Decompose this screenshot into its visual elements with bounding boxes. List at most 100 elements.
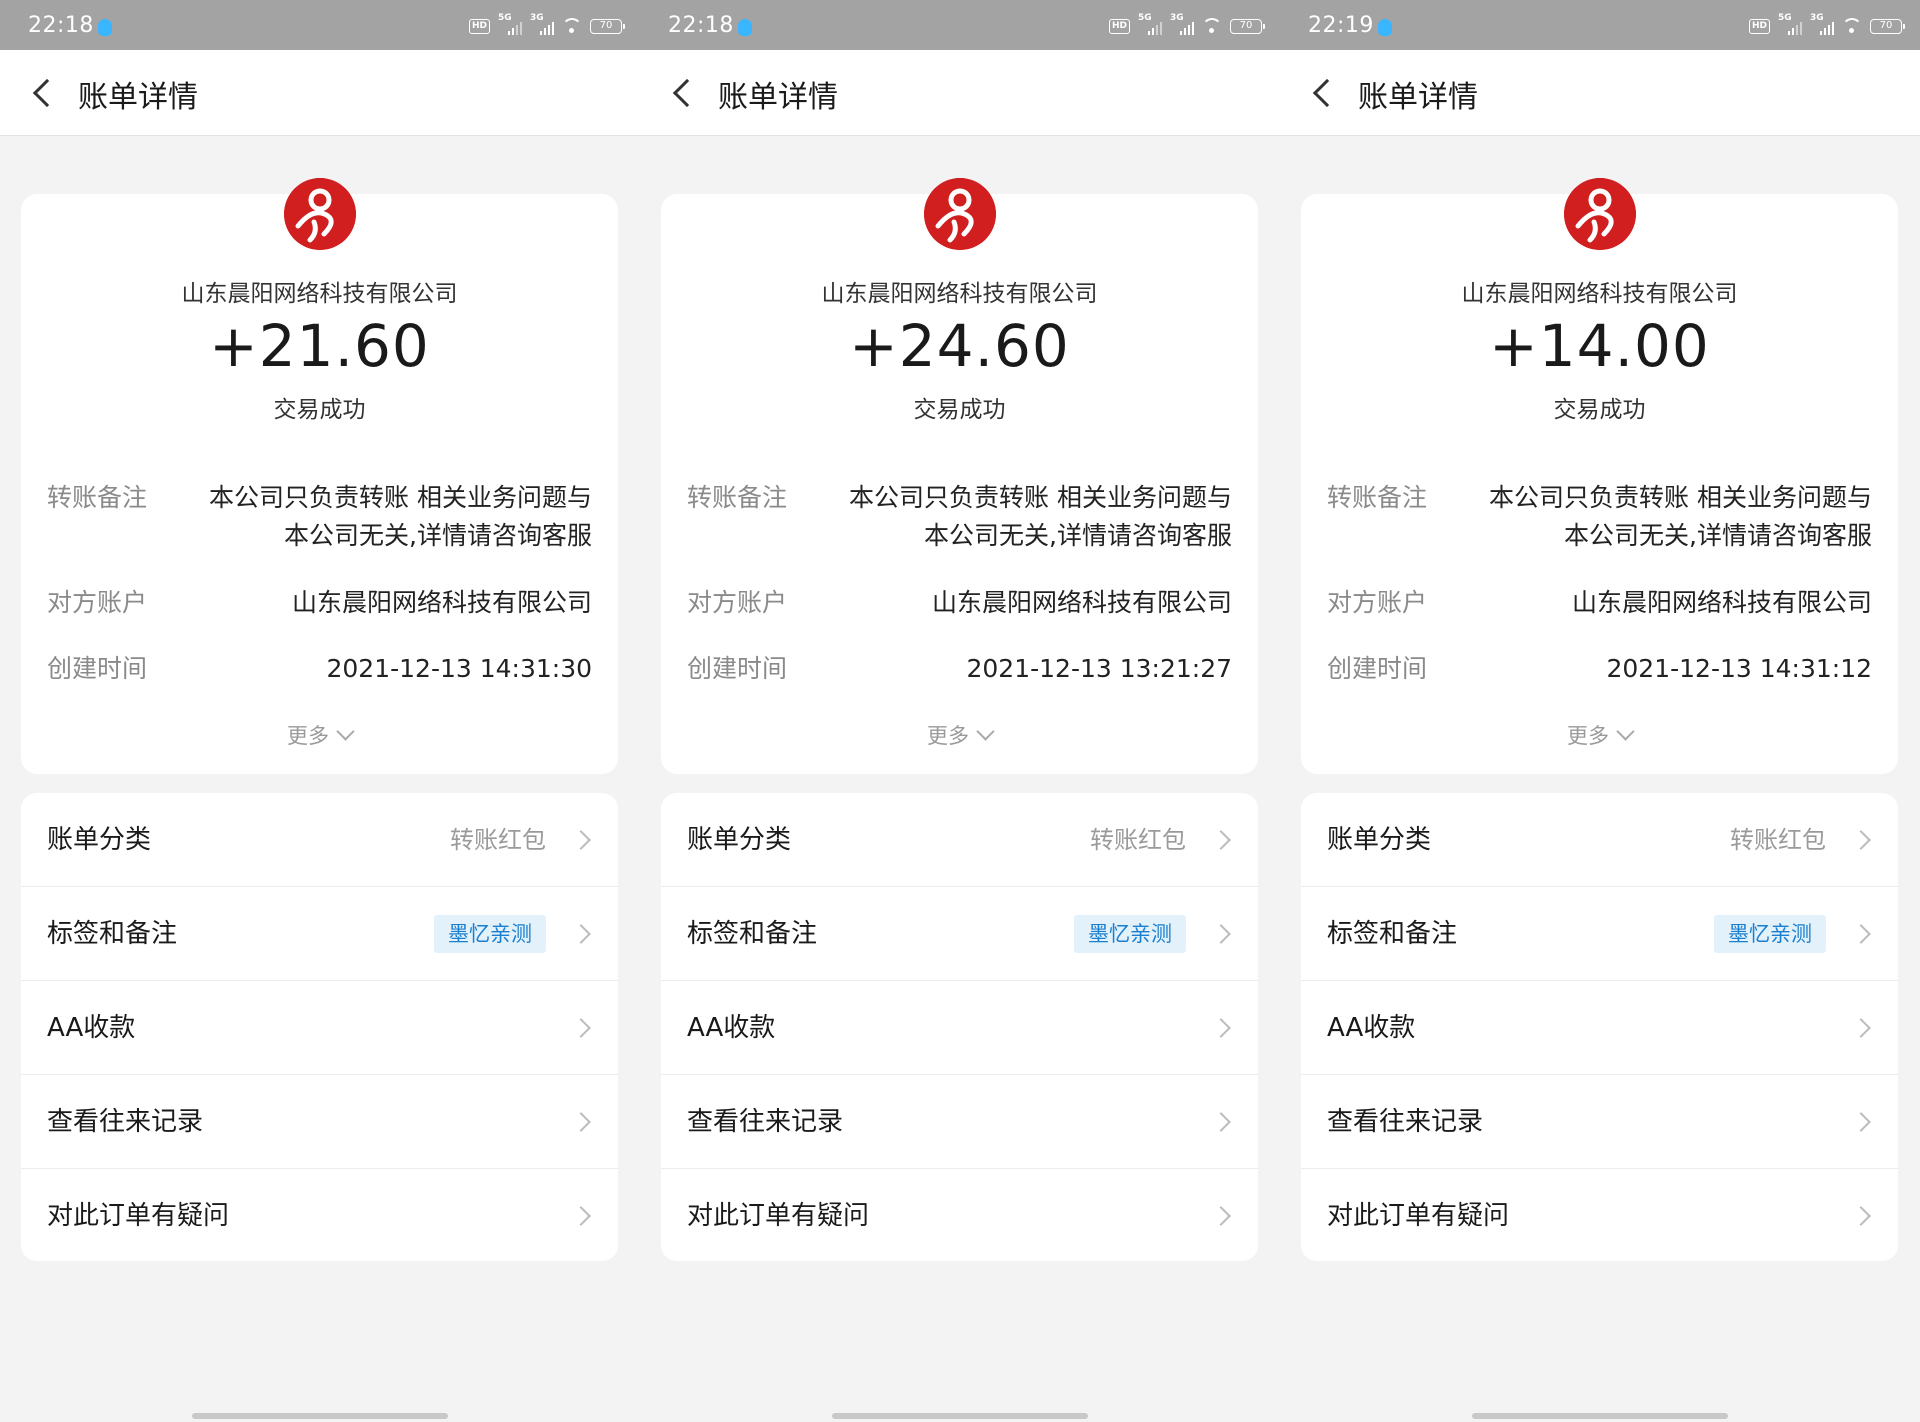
remark-line-2: 本公司无关,详情请咨询客服 [924, 521, 1232, 550]
chevron-right-icon [1851, 924, 1871, 944]
created-time-label: 创建时间 [1327, 654, 1428, 683]
order-question-row[interactable]: 对此订单有疑问 [661, 1169, 1258, 1261]
back-icon [672, 78, 702, 108]
bill-category-label: 账单分类 [687, 825, 792, 855]
more-label: 更多 [1567, 724, 1609, 748]
status-bar: 22:18 HD 5G 3G 70 [640, 0, 1280, 50]
status-icons: HD 5G 3G 70 [468, 13, 625, 36]
tags-notes-row[interactable]: 标签和备注 墨忆亲测 [21, 887, 618, 981]
bill-category-row[interactable]: 账单分类 转账红包 [21, 793, 618, 887]
counterparty-row: 对方账户 山东晨阳网络科技有限公司 [687, 584, 1232, 624]
bill-category-row[interactable]: 账单分类 转账红包 [661, 793, 1258, 887]
bill-category-value: 转账红包 [1730, 826, 1826, 854]
amount: +24.60 [849, 312, 1070, 380]
chevron-right-icon [571, 1206, 591, 1226]
chevron-right-icon [571, 1112, 591, 1132]
page-title: 账单详情 [718, 80, 838, 115]
options-list: 账单分类 转账红包 标签和备注 墨忆亲测 AA收款 查看往来记录 对此订单有疑问 [661, 793, 1258, 1261]
back-icon [32, 78, 62, 108]
status-time: 22:18 [668, 13, 734, 38]
chevron-right-icon [1211, 830, 1231, 850]
wifi-icon [1202, 18, 1222, 34]
created-time-value: 2021-12-13 14:31:30 [326, 654, 592, 683]
wifi-icon [1842, 18, 1862, 34]
more-toggle[interactable]: 更多 [1301, 720, 1898, 750]
aa-collect-row[interactable]: AA收款 [1301, 981, 1898, 1075]
chevron-down-icon [1616, 722, 1635, 741]
remark-line-1: 本公司只负责转账 相关业务问题与 [849, 483, 1232, 512]
chevron-right-icon [1851, 1206, 1871, 1226]
merchant-name: 山东晨阳网络科技有限公司 [181, 281, 458, 307]
chevron-down-icon [336, 722, 355, 741]
home-indicator[interactable] [1472, 1413, 1728, 1419]
counterparty-label: 对方账户 [1327, 588, 1428, 617]
hd-icon: HD [1748, 18, 1770, 34]
counterparty-label: 对方账户 [47, 588, 148, 617]
nav-bar: 账单详情 [1280, 50, 1920, 136]
merchant-logo-icon [1564, 178, 1636, 250]
tags-notes-label: 标签和备注 [1327, 919, 1458, 949]
phone-screen-3: 22:19 HD 5G 3G 70 账单详情 山东晨阳网络科技有限公司 +14.… [1280, 0, 1920, 1422]
back-button[interactable] [1304, 70, 1342, 116]
phone-screen-1: 22:18 HD 5G 3G 70 账单详情 山东晨阳网络科技有限公司 +21.… [0, 0, 640, 1422]
tag-badge: 墨忆亲测 [434, 915, 546, 953]
bill-category-row[interactable]: 账单分类 转账红包 [1301, 793, 1898, 887]
chevron-right-icon [1851, 1112, 1871, 1132]
remark-label: 转账备注 [47, 483, 148, 512]
history-row[interactable]: 查看往来记录 [1301, 1075, 1898, 1169]
transaction-card: 山东晨阳网络科技有限公司 +21.60 交易成功 转账备注 本公司只负责转账 相… [21, 178, 618, 774]
created-time-row: 创建时间 2021-12-13 14:31:30 [47, 650, 592, 690]
bill-category-label: 账单分类 [1327, 825, 1432, 855]
tags-notes-label: 标签和备注 [47, 919, 178, 949]
history-row[interactable]: 查看往来记录 [661, 1075, 1258, 1169]
chevron-right-icon [1851, 1018, 1871, 1038]
order-question-row[interactable]: 对此订单有疑问 [1301, 1169, 1898, 1261]
order-question-row[interactable]: 对此订单有疑问 [21, 1169, 618, 1261]
options-list: 账单分类 转账红包 标签和备注 墨忆亲测 AA收款 查看往来记录 对此订单有疑问 [21, 793, 618, 1261]
more-label: 更多 [927, 724, 969, 748]
aa-collect-row[interactable]: AA收款 [661, 981, 1258, 1075]
aa-collect-label: AA收款 [1327, 1013, 1416, 1043]
more-toggle[interactable]: 更多 [661, 720, 1258, 750]
home-indicator[interactable] [192, 1413, 448, 1419]
created-time-value: 2021-12-13 14:31:12 [1606, 654, 1872, 683]
page-title: 账单详情 [78, 80, 198, 115]
merchant-logo-icon [924, 178, 996, 250]
tags-notes-row[interactable]: 标签和备注 墨忆亲测 [661, 887, 1258, 981]
status-icons: HD 5G 3G 70 [1108, 13, 1265, 36]
remark-value: 本公司只负责转账 相关业务问题与本公司无关,详情请咨询客服 [1489, 479, 1872, 555]
back-button[interactable] [24, 70, 62, 116]
remark-line-1: 本公司只负责转账 相关业务问题与 [1489, 483, 1872, 512]
more-toggle[interactable]: 更多 [21, 720, 618, 750]
chevron-right-icon [1211, 1112, 1231, 1132]
chevron-right-icon [571, 924, 591, 944]
nav-bar: 账单详情 [640, 50, 1280, 136]
hd-icon: HD [468, 18, 490, 34]
options-list: 账单分类 转账红包 标签和备注 墨忆亲测 AA收款 查看往来记录 对此订单有疑问 [1301, 793, 1898, 1261]
home-indicator[interactable] [832, 1413, 1088, 1419]
transaction-card: 山东晨阳网络科技有限公司 +24.60 交易成功 转账备注 本公司只负责转账 相… [661, 178, 1258, 774]
wifi-icon [562, 18, 582, 34]
tags-notes-row[interactable]: 标签和备注 墨忆亲测 [1301, 887, 1898, 981]
page-title: 账单详情 [1358, 80, 1478, 115]
signal-icon: 3G [530, 13, 554, 36]
back-button[interactable] [664, 70, 702, 116]
signal-icon: 3G [1170, 13, 1194, 36]
chevron-right-icon [1211, 1018, 1231, 1038]
counterparty-value: 山东晨阳网络科技有限公司 [291, 588, 592, 617]
counterparty-row: 对方账户 山东晨阳网络科技有限公司 [47, 584, 592, 624]
created-time-label: 创建时间 [687, 654, 788, 683]
remark-row: 转账备注 本公司只负责转账 相关业务问题与 本公司无关,详情请咨询客服 [47, 479, 592, 559]
status-icons: HD 5G 3G 70 [1748, 13, 1905, 36]
aa-collect-label: AA收款 [47, 1013, 136, 1043]
remark-line-2: 本公司无关,详情请咨询客服 [1564, 521, 1872, 550]
status-time: 22:19 [1308, 13, 1374, 38]
history-label: 查看往来记录 [687, 1107, 844, 1137]
phone-screen-2: 22:18 HD 5G 3G 70 账单详情 山东晨阳网络科技有限公司 +24.… [640, 0, 1280, 1422]
created-time-label: 创建时间 [47, 654, 148, 683]
back-icon [1312, 78, 1342, 108]
hd-icon: HD [1108, 18, 1130, 34]
created-time-row: 创建时间 2021-12-13 13:21:27 [687, 650, 1232, 690]
history-row[interactable]: 查看往来记录 [21, 1075, 618, 1169]
aa-collect-row[interactable]: AA收款 [21, 981, 618, 1075]
